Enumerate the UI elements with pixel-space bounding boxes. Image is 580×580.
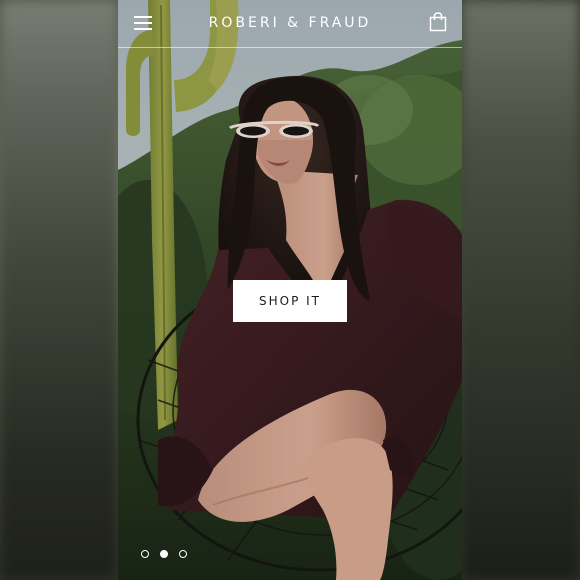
shopping-bag-icon[interactable] (429, 12, 447, 32)
site-header: ROBERI & FRAUD (118, 0, 462, 48)
blurred-backdrop-left (0, 0, 118, 580)
blurred-backdrop-right (462, 0, 580, 580)
shop-it-button[interactable]: SHOP IT (233, 280, 347, 322)
carousel-dot-2[interactable] (160, 550, 168, 558)
carousel-pagination (141, 550, 221, 560)
brand-logo[interactable]: ROBERI & FRAUD (178, 14, 402, 32)
carousel-dot-3[interactable] (179, 550, 187, 558)
mobile-viewport: ROBERI & FRAUD SHOP IT (118, 0, 462, 580)
page-backdrop: ROBERI & FRAUD SHOP IT (0, 0, 580, 580)
carousel-dot-1[interactable] (141, 550, 149, 558)
header-divider (118, 47, 462, 48)
hamburger-menu-icon[interactable] (134, 16, 152, 30)
